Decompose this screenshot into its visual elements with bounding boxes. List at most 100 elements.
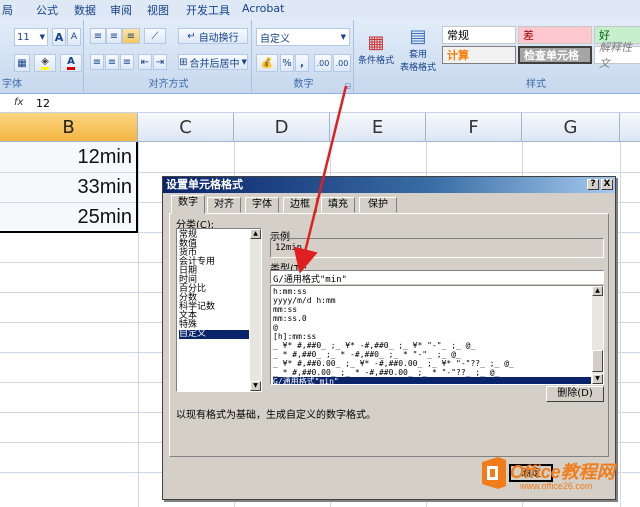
style-explanatory[interactable]: 解释性文	[594, 41, 640, 70]
decrease-decimal-label: .00	[335, 58, 349, 68]
borders-button[interactable]: ▦	[14, 54, 30, 72]
indent-decrease-icon: ⇤	[140, 56, 150, 68]
style-check-cell-label: 检查单元格	[524, 49, 579, 62]
delete-button[interactable]: 删除(D)	[546, 386, 604, 402]
align-left-button[interactable]: ≡	[90, 54, 104, 70]
fx-icon[interactable]: fx	[14, 97, 23, 108]
format-item[interactable]: _ ¥* #,##0.00_ ;_ ¥* -#,##0.00_ ;_ ¥* "-…	[273, 359, 514, 368]
align-bottom-button[interactable]: ≡	[122, 28, 140, 44]
style-check-cell[interactable]: 检查单元格	[518, 46, 592, 64]
font-shrink-button[interactable]: A	[67, 28, 81, 46]
fill-bucket-icon: ◈	[41, 56, 49, 70]
conditional-format-button[interactable]: ▦ 条件格式	[356, 22, 396, 76]
font-size-value: 11	[17, 31, 30, 43]
tab-formulas[interactable]: 公式	[36, 2, 58, 18]
close-icon: X	[603, 179, 611, 189]
format-item[interactable]: mm:ss.0	[273, 314, 307, 323]
dialog-title-bar[interactable]: 设置单元格格式 ? X	[163, 177, 615, 193]
format-item[interactable]: _ ¥* #,##0_ ;_ ¥* -#,##0_ ;_ ¥* "-"_ ;_ …	[273, 341, 475, 350]
format-scrollbar[interactable]: ▲ ▼	[592, 286, 603, 384]
tab-fill[interactable]: 填充	[321, 197, 355, 213]
formula-bar: fx 12	[0, 95, 640, 113]
increase-decimal-button[interactable]: .00	[314, 54, 332, 72]
currency-button[interactable]: 💰	[256, 54, 278, 72]
font-color-button[interactable]: A	[60, 54, 82, 72]
dialog-launcher-icon[interactable]: ◲	[344, 82, 351, 90]
column-header-e[interactable]: E	[330, 113, 426, 142]
number-format-select[interactable]: 自定义 ▼	[256, 28, 350, 46]
cell-b1[interactable]: 12min	[0, 142, 136, 172]
font-grow-button[interactable]: A	[52, 28, 66, 46]
column-header-d[interactable]: D	[234, 113, 330, 142]
style-calculation[interactable]: 计算	[442, 46, 516, 64]
tab-panel-number: 分类(C): 常规 数值 货币 会计专用 日期 时间 百分比 分数 科学记数 文…	[169, 213, 609, 457]
close-button[interactable]: X	[601, 179, 613, 190]
decrease-decimal-button[interactable]: .00	[333, 54, 351, 72]
scroll-up-icon[interactable]: ▲	[592, 286, 603, 296]
format-as-table-button[interactable]: ▤ 套用 表格格式	[396, 22, 440, 76]
scroll-down-icon[interactable]: ▼	[250, 381, 261, 391]
style-normal[interactable]: 常规	[442, 26, 516, 44]
tab-view[interactable]: 视图	[147, 2, 169, 18]
tab-border[interactable]: 边框	[283, 197, 317, 213]
column-header-b[interactable]: B	[0, 113, 138, 142]
tab-data[interactable]: 数据	[74, 2, 96, 18]
tab-alignment[interactable]: 对齐	[207, 197, 241, 213]
comma-label: ,	[300, 57, 304, 69]
format-cells-dialog: 设置单元格格式 ? X 数字 对齐 字体 边框 填充 保护 分类(C): 常规 …	[162, 176, 616, 500]
align-bottom-icon: ≡	[126, 30, 136, 42]
tab-layout[interactable]: 局	[2, 2, 13, 18]
format-item-selected[interactable]: G/通用格式"min"	[273, 377, 591, 384]
comma-button[interactable]: ,	[295, 54, 309, 72]
cell-b2[interactable]: 33min	[0, 172, 136, 202]
conditional-format-label: 条件格式	[357, 56, 394, 66]
font-group-label: 字体	[2, 79, 22, 90]
align-middle-button[interactable]: ≡	[106, 28, 122, 44]
font-group: 11 ▼ A A ▦ ◈ A 字体	[0, 20, 84, 92]
column-header-g[interactable]: G	[522, 113, 620, 142]
percent-button[interactable]: %	[280, 54, 294, 72]
scroll-thumb[interactable]	[592, 350, 603, 372]
format-item[interactable]: h:mm:ss	[273, 287, 307, 296]
orientation-button[interactable]: ⟋	[144, 28, 166, 44]
conditional-format-icon: ▦	[367, 32, 385, 53]
align-right-button[interactable]: ≡	[120, 54, 134, 70]
category-scrollbar[interactable]: ▲ ▼	[250, 229, 261, 391]
column-header-f[interactable]: F	[426, 113, 522, 142]
tab-developer[interactable]: 开发工具	[186, 2, 230, 18]
format-item[interactable]: [h]:mm:ss	[273, 332, 316, 341]
fill-color-button[interactable]: ◈	[34, 54, 56, 72]
tab-review[interactable]: 审阅	[110, 2, 132, 18]
scroll-down-icon[interactable]: ▼	[592, 374, 603, 384]
format-item[interactable]: mm:ss	[273, 305, 297, 314]
format-item[interactable]: _ * #,##0_ ;_ * -#,##0_ ;_ * "-"_ ;_ @_	[273, 350, 461, 359]
format-item[interactable]: @	[273, 323, 278, 332]
cell-b3[interactable]: 25min	[0, 202, 136, 232]
merge-icon: ⊞	[179, 56, 188, 68]
decrease-indent-button[interactable]: ⇤	[138, 54, 152, 70]
format-item[interactable]: _ * #,##0.00_ ;_ * -#,##0.00_ ;_ * "-"??…	[273, 368, 499, 377]
tab-font[interactable]: 字体	[245, 197, 279, 213]
font-grow-label: A	[54, 30, 64, 44]
format-list[interactable]: h:mm:ss yyyy/m/d h:mm mm:ss mm:ss.0 @ [h…	[270, 285, 604, 385]
category-item-selected[interactable]: 自定义	[179, 330, 249, 339]
column-header-h[interactable]	[620, 113, 640, 142]
category-list[interactable]: 常规 数值 货币 会计专用 日期 时间 百分比 分数 科学记数 文本 特殊 自定…	[176, 228, 262, 392]
scroll-up-icon[interactable]: ▲	[250, 229, 261, 239]
style-bad[interactable]: 差	[518, 26, 592, 44]
formula-input[interactable]: 12	[36, 97, 50, 110]
tab-protection[interactable]: 保护	[359, 197, 397, 213]
wrap-text-button[interactable]: ↵ 自动换行	[178, 28, 248, 44]
tab-number[interactable]: 数字	[171, 195, 205, 214]
merge-center-button[interactable]: ⊞ 合并后居中 ▼	[178, 54, 248, 70]
percent-label: %	[282, 57, 292, 69]
align-center-button[interactable]: ≡	[105, 54, 119, 70]
column-header-c[interactable]: C	[138, 113, 234, 142]
font-size-select[interactable]: 11 ▼	[14, 28, 48, 46]
align-top-button[interactable]: ≡	[90, 28, 106, 44]
increase-indent-button[interactable]: ⇥	[153, 54, 167, 70]
help-button[interactable]: ?	[587, 179, 599, 190]
format-item[interactable]: yyyy/m/d h:mm	[273, 296, 336, 305]
type-input[interactable]: G/通用格式"min"	[270, 270, 604, 285]
tab-acrobat[interactable]: Acrobat	[242, 2, 284, 15]
